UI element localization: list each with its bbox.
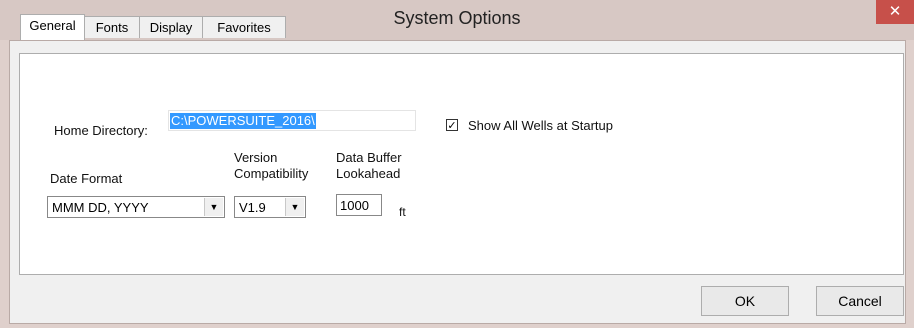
- home-directory-label: Home Directory:: [54, 123, 148, 138]
- version-value: V1.9: [239, 200, 266, 215]
- cancel-button[interactable]: Cancel: [816, 286, 904, 316]
- chevron-down-icon[interactable]: ▼: [204, 198, 223, 216]
- general-tab-panel: [19, 53, 904, 275]
- version-label-line2: Compatibility: [234, 166, 309, 181]
- date-format-value: MMM DD, YYYY: [52, 200, 149, 215]
- version-label-line1: Version: [234, 150, 278, 165]
- tab-fonts-label: Fonts: [95, 20, 129, 35]
- ok-button[interactable]: OK: [701, 286, 789, 316]
- version-dropdown[interactable]: V1.9 ▼: [234, 196, 306, 218]
- tab-general-label: General: [29, 18, 76, 33]
- home-directory-input[interactable]: C:\POWERSUITE_2016\: [168, 110, 416, 131]
- date-format-label: Date Format: [50, 171, 123, 186]
- tab-fonts[interactable]: Fonts: [84, 16, 140, 38]
- close-button[interactable]: ✕: [876, 0, 914, 24]
- buffer-lookahead-value: 1000: [340, 198, 369, 213]
- buffer-label-line1: Data Buffer: [336, 150, 402, 165]
- system-options-dialog: System Options ✕ General Fonts Display F…: [0, 0, 914, 328]
- chevron-down-icon[interactable]: ▼: [285, 198, 304, 216]
- buffer-label-line2: Lookahead: [336, 166, 401, 181]
- show-all-wells-checkbox[interactable]: ✓: [446, 119, 458, 132]
- close-icon: ✕: [888, 3, 902, 20]
- tab-display-label: Display: [149, 20, 193, 35]
- date-format-dropdown[interactable]: MMM DD, YYYY ▼: [47, 196, 225, 218]
- tab-display[interactable]: Display: [139, 16, 203, 38]
- tab-favorites[interactable]: Favorites: [202, 16, 286, 38]
- buffer-unit-label: ft: [399, 205, 406, 219]
- home-directory-value: C:\POWERSUITE_2016\: [170, 113, 316, 129]
- buffer-lookahead-input[interactable]: 1000: [336, 194, 382, 216]
- checkmark-icon: ✓: [447, 120, 457, 132]
- tab-general[interactable]: General: [20, 14, 85, 40]
- show-all-wells-label: Show All Wells at Startup: [468, 118, 613, 133]
- tab-favorites-label: Favorites: [217, 20, 271, 35]
